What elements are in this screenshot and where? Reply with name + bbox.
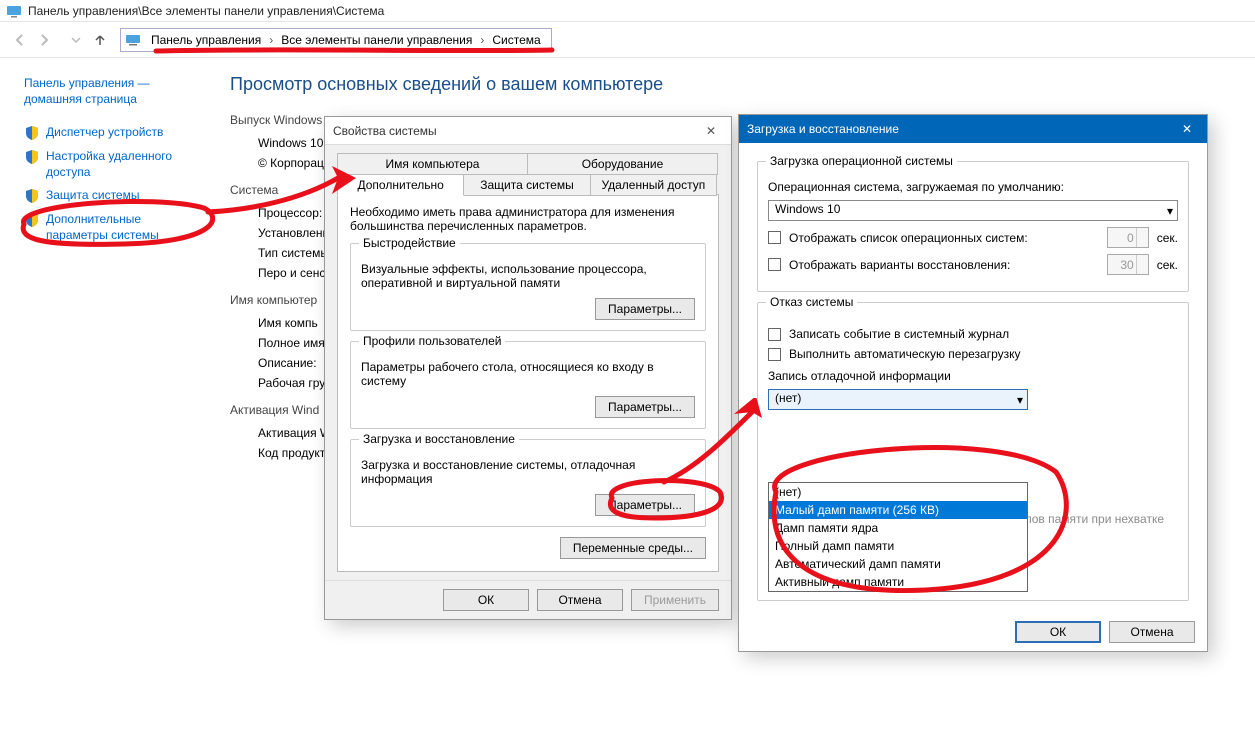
group-legend: Загрузка и восстановление [359, 432, 519, 446]
group-legend: Профили пользователей [359, 334, 505, 348]
nav-up[interactable] [88, 28, 112, 52]
group-performance: Быстродействие Визуальные эффекты, испол… [350, 243, 706, 331]
group-profiles: Профили пользователей Параметры рабочего… [350, 341, 706, 429]
nav-back[interactable] [8, 28, 32, 52]
tab-hardware[interactable]: Оборудование [527, 153, 718, 175]
admin-note: Необходимо иметь права администратора дл… [350, 205, 706, 233]
spinner-value: 0 [1127, 231, 1134, 245]
nav-recent[interactable] [64, 28, 88, 52]
sidebar-item-label: Защита системы [46, 188, 139, 204]
checkbox-recovery-label: Отображать варианты восстановления: [789, 258, 1099, 272]
page-title: Просмотр основных сведений о вашем компь… [230, 74, 1235, 95]
default-os-value: Windows 10 [775, 202, 840, 216]
address-bar[interactable]: Панель управления › Все элементы панели … [120, 28, 552, 52]
window-titlebar: Панель управления\Все элементы панели уп… [0, 0, 1255, 22]
breadcrumb: Панель управления › Все элементы панели … [145, 33, 547, 47]
group-desc: Параметры рабочего стола, относящиеся ко… [361, 360, 695, 388]
chevron-down-icon: ▾ [1017, 393, 1023, 407]
sidebar-item-advanced[interactable]: Дополнительные параметры системы [24, 208, 200, 247]
breadcrumb-3[interactable]: Система [486, 33, 546, 47]
nav-forward[interactable] [32, 28, 56, 52]
dump-dropdown-list[interactable]: (нет) Малый дамп памяти (256 КВ) Дамп па… [768, 482, 1028, 592]
close-button[interactable]: ✕ [1175, 122, 1199, 136]
window-title: Панель управления\Все элементы панели уп… [28, 4, 384, 18]
checkbox-auto-reboot-label: Выполнить автоматическую перезагрузку [789, 347, 1021, 361]
dialog-title: Загрузка и восстановление [747, 122, 899, 136]
checkbox-os-list-label: Отображать список операционных систем: [789, 231, 1099, 245]
computer-icon [125, 32, 141, 48]
sidebar-item-remote[interactable]: Настройка удаленного доступа [24, 145, 200, 184]
group-legend: Отказ системы [766, 295, 857, 309]
dump-select-value: (нет) [775, 391, 801, 405]
tabstrip: Имя компьютера Оборудование Дополнительн… [337, 153, 719, 195]
close-button[interactable]: ✕ [699, 124, 723, 138]
group-desc: Загрузка и восстановление системы, отлад… [361, 458, 695, 486]
apply-button[interactable]: Применить [631, 589, 719, 611]
env-vars-button[interactable]: Переменные среды... [560, 537, 706, 559]
dump-label: Запись отладочной информации [768, 369, 1178, 383]
chevron-down-icon: ▾ [1167, 204, 1173, 218]
sidebar-home[interactable]: Панель управления — домашняя страница [24, 72, 200, 111]
chevron-right-icon[interactable]: › [267, 33, 275, 47]
tab-protection[interactable]: Защита системы [463, 174, 590, 196]
group-legend: Загрузка операционной системы [766, 154, 957, 168]
cancel-button[interactable]: Отмена [1109, 621, 1195, 643]
ok-button[interactable]: ОК [443, 589, 529, 611]
ok-button[interactable]: ОК [1015, 621, 1101, 643]
profiles-settings-button[interactable]: Параметры... [595, 396, 695, 418]
dropdown-option[interactable]: (нет) [769, 483, 1027, 501]
tab-computer-name[interactable]: Имя компьютера [337, 153, 528, 175]
dump-select[interactable]: (нет) ▾ [768, 389, 1028, 410]
os-list-seconds[interactable]: 0 [1107, 227, 1149, 248]
system-icon [6, 3, 22, 19]
shield-icon [24, 212, 40, 228]
sidebar-item-label: Настройка удаленного доступа [46, 149, 200, 180]
checkbox-recovery-list[interactable] [768, 258, 781, 271]
sidebar-item-device-manager[interactable]: Диспетчер устройств [24, 121, 200, 145]
dropdown-option[interactable]: Автоматический дамп памяти [769, 555, 1027, 573]
group-startup-recovery: Загрузка и восстановление Загрузка и вос… [350, 439, 706, 527]
chevron-right-icon[interactable]: › [478, 33, 486, 47]
dialog-system-properties: Свойства системы ✕ Имя компьютера Оборуд… [324, 116, 732, 620]
sidebar-item-label: Дополнительные параметры системы [46, 212, 200, 243]
tab-remote[interactable]: Удаленный доступ [590, 174, 717, 196]
unit-sec: сек. [1157, 231, 1178, 245]
sidebar-item-label: Диспетчер устройств [46, 125, 163, 141]
dropdown-option[interactable]: Активный дамп памяти [769, 573, 1027, 591]
dialog-titlebar[interactable]: Загрузка и восстановление ✕ [739, 115, 1207, 143]
default-os-label: Операционная система, загружаемая по умо… [768, 180, 1178, 194]
sidebar: Панель управления — домашняя страница Ди… [0, 58, 210, 737]
tab-advanced[interactable]: Дополнительно [337, 174, 464, 196]
dropdown-option[interactable]: Дамп памяти ядра [769, 519, 1027, 537]
group-desc: Визуальные эффекты, использование процес… [361, 262, 695, 290]
breadcrumb-2[interactable]: Все элементы панели управления [275, 33, 478, 47]
recovery-seconds[interactable]: 30 [1107, 254, 1149, 275]
navbar: Панель управления › Все элементы панели … [0, 22, 1255, 58]
shield-icon [24, 149, 40, 165]
tab-advanced-pane: Необходимо иметь права администратора дл… [337, 194, 719, 572]
cancel-button[interactable]: Отмена [537, 589, 623, 611]
performance-settings-button[interactable]: Параметры... [595, 298, 695, 320]
shield-icon [24, 188, 40, 204]
checkbox-auto-reboot[interactable] [768, 348, 781, 361]
dialog-titlebar[interactable]: Свойства системы ✕ [325, 117, 731, 145]
dialog-title: Свойства системы [333, 124, 437, 138]
shield-icon [24, 125, 40, 141]
breadcrumb-1[interactable]: Панель управления [145, 33, 267, 47]
sidebar-home-label: Панель управления — домашняя страница [24, 76, 200, 107]
group-boot: Загрузка операционной системы Операционн… [757, 161, 1189, 292]
checkbox-log-event[interactable] [768, 328, 781, 341]
checkbox-log-event-label: Записать событие в системный журнал [789, 327, 1009, 341]
checkbox-os-list[interactable] [768, 231, 781, 244]
unit-sec: сек. [1157, 258, 1178, 272]
default-os-select[interactable]: Windows 10 ▾ [768, 200, 1178, 221]
dropdown-option[interactable]: Полный дамп памяти [769, 537, 1027, 555]
startup-settings-button[interactable]: Параметры... [595, 494, 695, 516]
group-legend: Быстродействие [359, 236, 460, 250]
dropdown-option-selected[interactable]: Малый дамп памяти (256 КВ) [769, 501, 1027, 519]
sidebar-item-protection[interactable]: Защита системы [24, 184, 200, 208]
spinner-value: 30 [1120, 258, 1133, 272]
